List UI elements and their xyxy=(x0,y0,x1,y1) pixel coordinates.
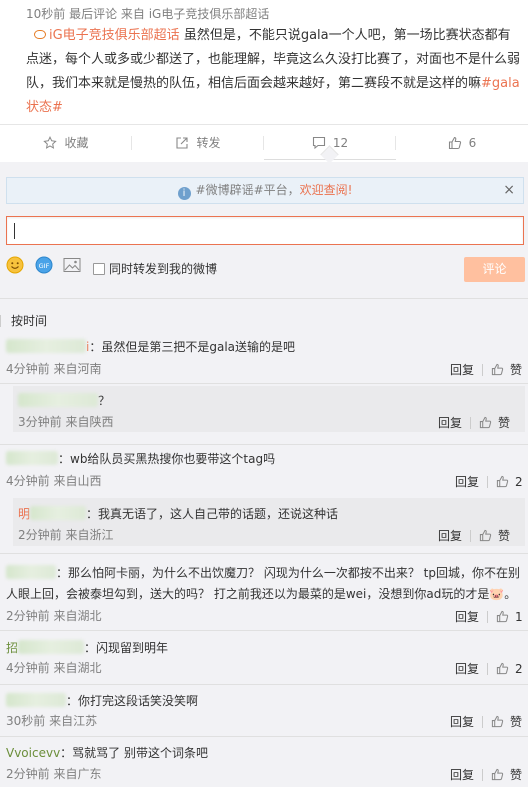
thumbs-up-icon xyxy=(448,136,461,149)
reply-button[interactable]: 回复 xyxy=(450,713,474,730)
like-count[interactable]: 赞 xyxy=(510,713,522,730)
like-count[interactable]: 2 xyxy=(515,475,523,489)
blurred-username xyxy=(18,640,85,654)
comment-meta: 4分钟前 来自湖北 xyxy=(6,661,102,675)
blurred-username xyxy=(18,393,98,407)
like-count[interactable]: 赞 xyxy=(498,527,510,544)
blurred-username xyxy=(6,339,86,353)
forward-button[interactable]: 转发 xyxy=(132,125,264,160)
thumbs-up-icon[interactable] xyxy=(491,715,504,728)
thumbs-up-icon[interactable] xyxy=(496,610,509,623)
rumor-notice-banner: i #微博辟谣#平台，欢迎查阅! × xyxy=(6,177,524,204)
reply-button[interactable]: 回复 xyxy=(438,414,462,431)
comment-author[interactable]: 明 xyxy=(18,507,30,521)
pig-emoji-icon: 🐷 xyxy=(489,587,505,601)
weibo-post: 10秒前 最后评论 来自 iG电子竞技俱乐部超话 iG电子竞技俱乐部超话 虽然但… xyxy=(0,0,528,124)
comment-input[interactable] xyxy=(6,216,524,245)
post-meta: 10秒前 最后评论 来自 iG电子竞技俱乐部超话 xyxy=(26,7,270,21)
star-icon xyxy=(43,135,58,149)
comment-author[interactable]: 招 xyxy=(6,641,18,655)
like-count[interactable]: 2 xyxy=(515,662,523,676)
like-count[interactable]: 赞 xyxy=(510,361,522,378)
info-icon: i xyxy=(177,187,191,200)
sort-by-time-tab[interactable]: 按时间 xyxy=(0,312,47,329)
thumbs-up-icon[interactable] xyxy=(496,475,509,488)
comment-icon xyxy=(312,136,325,149)
thumbs-up-icon[interactable] xyxy=(491,768,504,781)
forward-also-checkbox[interactable]: 同时转发到我的微博 xyxy=(93,260,217,277)
reply-button[interactable]: 回复 xyxy=(450,766,474,783)
comment-text: ：虽然但是第三把不是gala送输的是吧 xyxy=(89,340,296,354)
image-icon[interactable] xyxy=(63,256,81,274)
like-button[interactable]: 6 xyxy=(396,125,528,160)
emoji-icon[interactable] xyxy=(6,256,24,274)
like-count[interactable]: 1 xyxy=(515,610,523,624)
comment-text-line2: 人眼上回，会被泰坦勾到，送大的吗？ 打之前我还以为最菜的是wei，没想到你ad玩… xyxy=(6,587,490,601)
notice-link[interactable]: 欢迎查阅! xyxy=(300,183,353,197)
reply-button[interactable]: 回复 xyxy=(450,361,474,378)
like-count[interactable]: 赞 xyxy=(498,414,510,431)
comment-count: 12 xyxy=(332,135,349,150)
comment-meta: 3分钟前 来自陕西 xyxy=(18,415,114,429)
like-count: 6 xyxy=(468,135,477,150)
submit-comment-button[interactable]: 评论 xyxy=(464,257,525,282)
reply-button[interactable]: 回复 xyxy=(455,608,479,625)
close-icon[interactable]: × xyxy=(503,178,515,203)
blurred-username xyxy=(6,451,58,465)
comment-text: ：你打完这段话笑没笑啊 xyxy=(66,694,199,708)
divider xyxy=(0,298,528,299)
thumbs-up-icon[interactable] xyxy=(491,363,504,376)
thumbs-up-icon[interactable] xyxy=(479,529,492,542)
thumbs-up-icon[interactable] xyxy=(479,416,492,429)
comment-meta: 2分钟前 来自浙江 xyxy=(18,528,114,542)
composer-toolbar: GIF 同时转发到我的微博 xyxy=(6,254,524,282)
comment-meta: 4分钟前 来自河南 xyxy=(6,362,102,376)
checkbox[interactable] xyxy=(93,262,105,275)
reply-button[interactable]: 回复 xyxy=(455,473,479,490)
svg-text:GIF: GIF xyxy=(39,262,50,270)
collect-button[interactable]: 收藏 xyxy=(0,125,132,160)
gif-icon[interactable]: GIF xyxy=(35,256,53,274)
post-action-bar: 收藏 转发 12 6 xyxy=(0,124,528,160)
forward-icon xyxy=(176,136,189,149)
comment-meta: 30秒前 来自江苏 xyxy=(6,714,98,728)
blurred-username xyxy=(6,693,66,707)
comment-text: ：我真无语了，这人自己带的话题，还说这种话 xyxy=(86,507,339,521)
comment-meta: 2分钟前 来自广东 xyxy=(6,767,102,781)
comment-meta: 4分钟前 来自山西 xyxy=(6,474,102,488)
blurred-username xyxy=(30,506,87,520)
comment-text: ：wb给队员买黑热搜你也要带这个tag吗 xyxy=(58,452,276,466)
comment-text: ：那么怕阿卡丽，为什么不出饮魔刀？ 闪现为什么一次都按不出来？ tp回城，你不在… xyxy=(56,566,520,580)
reply-button[interactable]: 回复 xyxy=(438,527,462,544)
comment-author[interactable]: Vvoicevv xyxy=(6,746,60,760)
blurred-username xyxy=(6,565,56,579)
post-text: iG电子竞技俱乐部超话 虽然但是，不能只说gala一个人吧，第一场比赛状态都有点… xyxy=(26,24,522,120)
like-count[interactable]: 赞 xyxy=(510,766,522,783)
comment-button[interactable]: 12 xyxy=(264,125,396,160)
comment-text: ：骂就骂了 别带这个词条吧 xyxy=(60,746,208,760)
comment-text: ？ xyxy=(98,394,111,408)
reply-button[interactable]: 回复 xyxy=(455,660,479,677)
comment-meta: 2分钟前 来自湖北 xyxy=(6,609,102,623)
supertopic-icon xyxy=(34,30,46,39)
thumbs-up-icon[interactable] xyxy=(496,662,509,675)
supertopic-link[interactable]: iG电子竞技俱乐部超话 xyxy=(49,28,180,43)
comment-text: ：闪现留到明年 xyxy=(84,641,169,655)
